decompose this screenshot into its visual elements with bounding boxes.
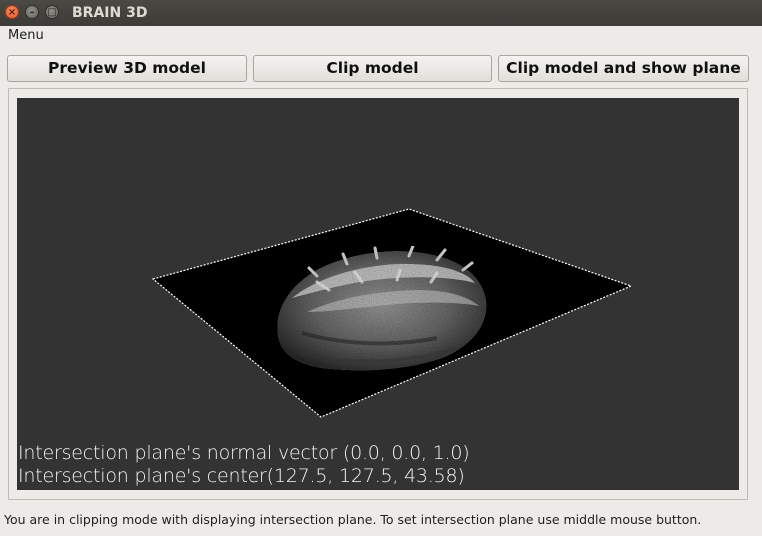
minimize-icon[interactable]: – (25, 5, 39, 19)
preview-3d-model-button[interactable]: Preview 3D model (7, 55, 247, 82)
title-bar: × – □ BRAIN 3D (0, 0, 762, 26)
window-title: BRAIN 3D (72, 5, 148, 21)
maximize-icon[interactable]: □ (45, 5, 59, 19)
normal-vector-label: Intersection plane's normal vector (0.0,… (18, 442, 470, 464)
clip-model-button[interactable]: Clip model (253, 55, 492, 82)
menu-item-menu[interactable]: Menu (8, 28, 44, 43)
menu-bar: Menu (0, 26, 762, 46)
clip-model-show-plane-button[interactable]: Clip model and show plane (498, 55, 749, 82)
status-bar-text: You are in clipping mode with displaying… (4, 512, 702, 527)
close-icon[interactable]: × (5, 5, 19, 19)
scene-svg (151, 208, 633, 418)
render-viewport[interactable]: Intersection plane's normal vector (0.0,… (17, 98, 739, 490)
plane-center-label: Intersection plane's center(127.5, 127.5… (18, 465, 465, 487)
